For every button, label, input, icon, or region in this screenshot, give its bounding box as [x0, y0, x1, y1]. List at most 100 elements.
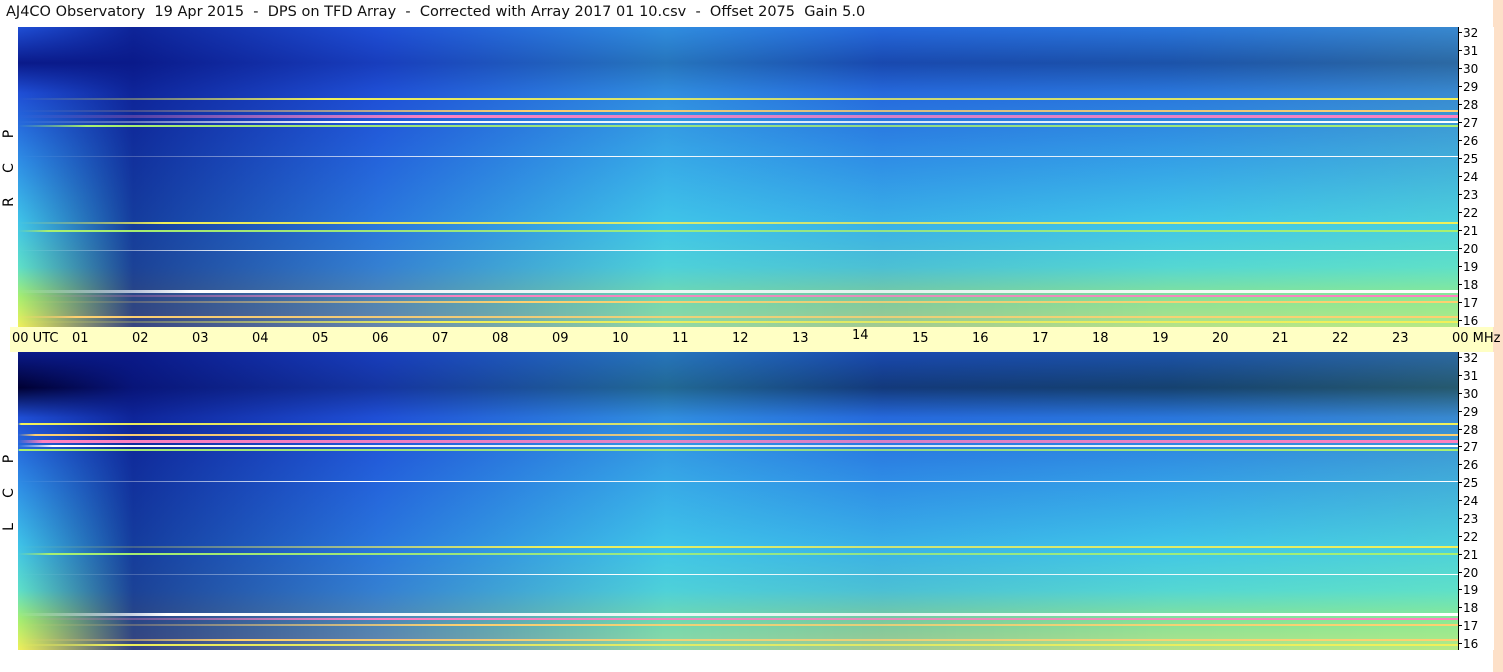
x-tick-label: 08	[492, 331, 509, 346]
y-tick-label: 22	[1457, 531, 1478, 543]
y-tick-label: 23	[1457, 513, 1478, 525]
x-tick-label: 20	[1212, 331, 1229, 346]
y-tick-label: 26	[1457, 135, 1478, 147]
interference-band	[18, 300, 1458, 303]
polarization-letter: P	[1, 454, 17, 464]
y-tick-label: 24	[1457, 171, 1478, 183]
y-tick-label: 23	[1457, 189, 1478, 201]
x-tick-label: 22	[1332, 331, 1349, 346]
y-tick-label: 20	[1457, 567, 1478, 579]
x-tick-label: 10	[612, 331, 629, 346]
x-tick-label: 16	[972, 331, 989, 346]
interference-band	[18, 573, 1458, 575]
y-tick-label: 29	[1457, 81, 1478, 93]
x-tick-label: 14	[852, 328, 869, 343]
polarization-letter: P	[1, 129, 17, 139]
x-tick-label: 07	[432, 331, 449, 346]
x-tick-label: 00 MHz	[1452, 331, 1501, 346]
y-tick-label: 32	[1457, 352, 1478, 364]
y-tick-label: 19	[1457, 584, 1478, 596]
y-tick-label: 28	[1457, 99, 1478, 111]
lcp-spectrogram	[18, 352, 1458, 650]
lcp-spectrogram-bg	[18, 352, 1458, 650]
utc-time-axis: 00 UTC 01 02 03 04 05 06 07 08 09 10 11 12 13 14 15 16 17…	[10, 327, 1501, 352]
y-tick-label: 17	[1457, 620, 1478, 632]
y-tick-label: 20	[1457, 243, 1478, 255]
interference-band	[18, 289, 1458, 293]
x-tick-label: 01	[72, 331, 89, 346]
y-tick-label: 19	[1457, 261, 1478, 273]
x-tick-label: 15	[912, 331, 929, 346]
rcp-frequency-axis: 32 31 30 29 28 27 26 25 24 23 22 21 20 19 18 17 16	[1457, 27, 1494, 327]
interference-band	[18, 480, 1458, 482]
polarization-letter: C	[1, 163, 17, 173]
interference-band	[18, 445, 1458, 448]
x-tick-label: 04	[252, 331, 269, 346]
interference-band	[18, 623, 1458, 626]
interference-band	[18, 321, 1458, 324]
x-tick-label: 05	[312, 331, 329, 346]
y-tick-label: 16	[1457, 638, 1478, 650]
x-tick-label: 11	[672, 331, 689, 346]
y-tick-label: 29	[1457, 406, 1478, 418]
x-tick-label: 09	[552, 331, 569, 346]
y-tick-label: 26	[1457, 459, 1478, 471]
x-tick-label: 18	[1092, 331, 1109, 346]
y-tick-label: 25	[1457, 153, 1478, 165]
y-tick-label: 21	[1457, 225, 1478, 237]
y-tick-label: 30	[1457, 388, 1478, 400]
y-tick-label: 16	[1457, 315, 1478, 327]
y-tick-label: 28	[1457, 424, 1478, 436]
x-tick-label: 00 UTC	[12, 331, 59, 346]
polarization-letter: L	[1, 523, 17, 531]
chart-title: AJ4CO Observatory 19 Apr 2015 - DPS on T…	[6, 4, 866, 20]
interference-band	[18, 115, 1458, 119]
interference-band	[18, 98, 1458, 101]
interference-band	[18, 229, 1458, 232]
x-tick-label: 19	[1152, 331, 1169, 346]
y-tick-label: 22	[1457, 207, 1478, 219]
polarization-letter: R	[1, 197, 17, 207]
y-tick-label: 27	[1457, 441, 1478, 453]
interference-band	[18, 448, 1458, 451]
interference-band	[18, 120, 1458, 123]
interference-band	[18, 433, 1458, 436]
interference-band	[18, 644, 1458, 647]
x-tick-label: 23	[1392, 331, 1409, 346]
interference-band	[18, 156, 1458, 158]
interference-band	[18, 439, 1458, 443]
x-tick-label: 17	[1032, 331, 1049, 346]
x-tick-label: 02	[132, 331, 149, 346]
x-tick-label: 13	[792, 331, 809, 346]
interference-band	[18, 618, 1458, 621]
y-tick-label: 31	[1457, 370, 1478, 382]
y-tick-label: 25	[1457, 477, 1478, 489]
interference-band	[18, 553, 1458, 556]
interference-band	[18, 612, 1458, 616]
interference-band	[18, 545, 1458, 548]
y-tick-label: 32	[1457, 27, 1478, 39]
x-tick-label: 06	[372, 331, 389, 346]
interference-band	[18, 250, 1458, 252]
y-tick-label: 27	[1457, 117, 1478, 129]
x-tick-label: 03	[192, 331, 209, 346]
rcp-spectrogram	[18, 27, 1458, 327]
interference-band	[18, 222, 1458, 224]
interference-band	[18, 638, 1458, 641]
y-tick-label: 24	[1457, 495, 1478, 507]
interference-band	[18, 124, 1458, 127]
polarization-letter: C	[1, 488, 17, 498]
interference-band	[18, 109, 1458, 112]
y-tick-label: 17	[1457, 297, 1478, 309]
interference-band	[18, 422, 1458, 425]
interference-band	[18, 295, 1458, 298]
rcp-spectrogram-bg	[18, 27, 1458, 327]
interference-band	[18, 315, 1458, 318]
y-tick-label: 18	[1457, 279, 1478, 291]
y-tick-label: 30	[1457, 63, 1478, 75]
x-tick-label: 21	[1272, 331, 1289, 346]
y-tick-label: 21	[1457, 549, 1478, 561]
y-tick-label: 18	[1457, 602, 1478, 614]
x-tick-label: 12	[732, 331, 749, 346]
y-tick-label: 31	[1457, 45, 1478, 57]
